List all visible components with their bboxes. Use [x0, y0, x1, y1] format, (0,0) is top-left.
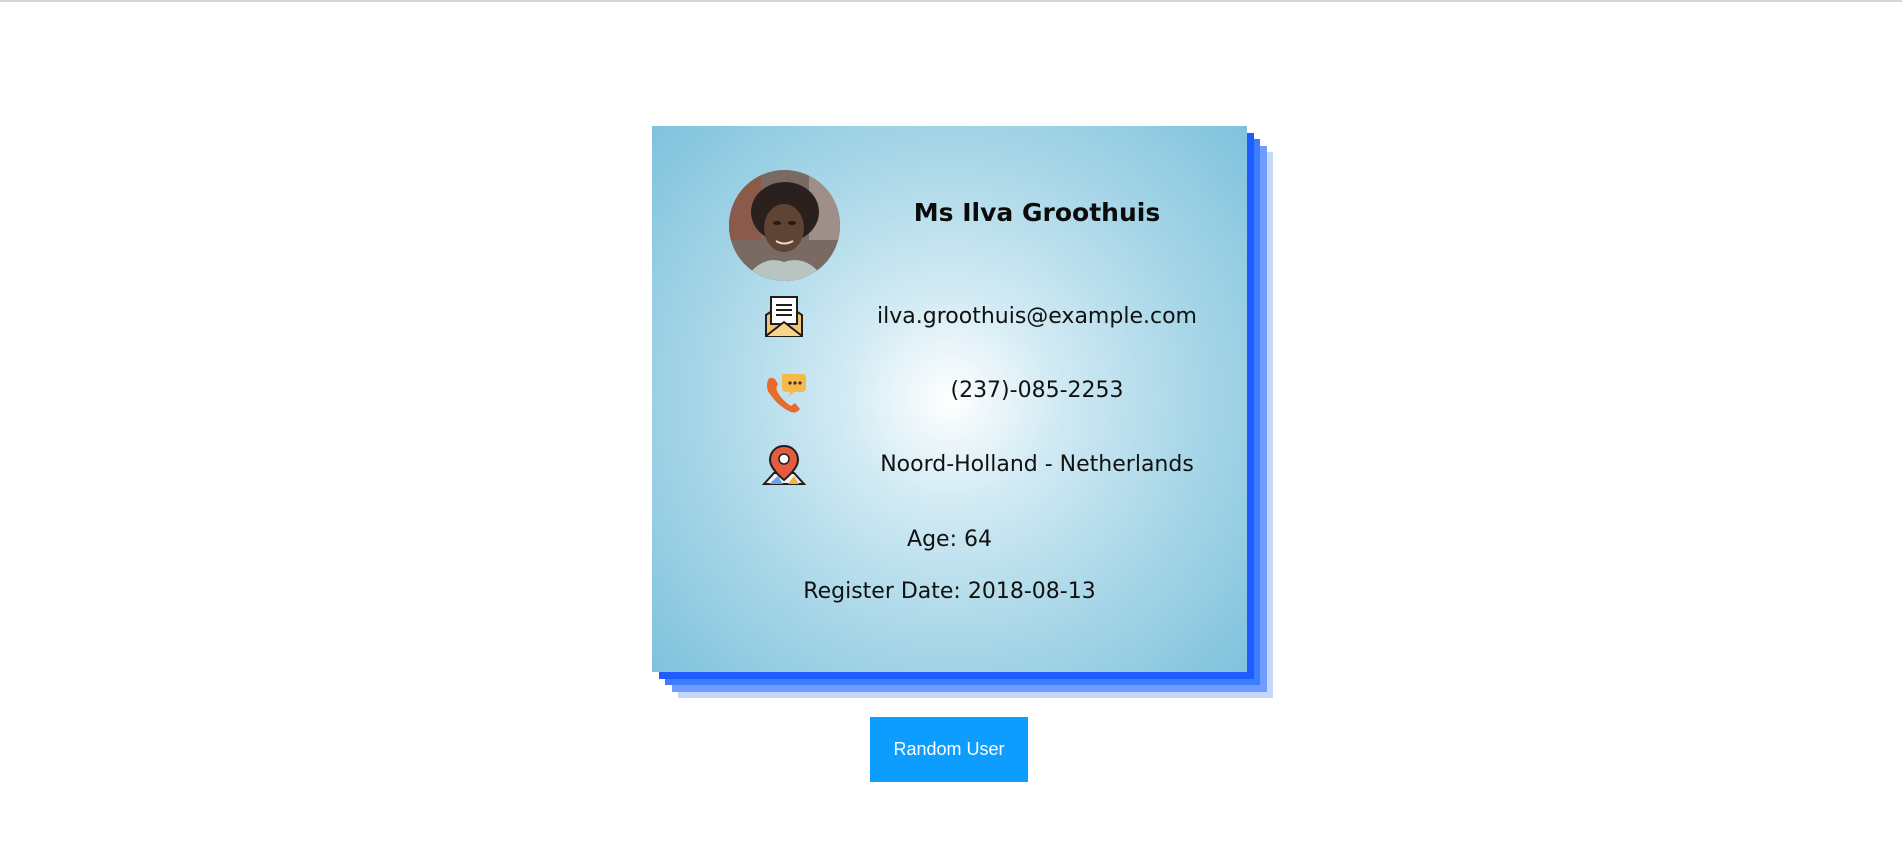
user-name: Ms Ilva Groothuis [913, 198, 1161, 227]
phone-text: (237)-085-2253 [950, 378, 1124, 403]
random-user-button[interactable]: Random User [870, 717, 1028, 782]
top-border [0, 0, 1902, 2]
map-pin-icon [761, 444, 807, 485]
age-text: Age: 64 [907, 527, 992, 552]
phone-chat-icon [767, 374, 806, 413]
email-text: ilva.groothuis@example.com [877, 304, 1197, 329]
register-date-text: Register Date: 2018-08-13 [803, 579, 1096, 604]
location-text: Noord-Holland - Netherlands [880, 452, 1194, 477]
avatar [729, 170, 840, 281]
mail-envelope-icon [765, 296, 803, 337]
user-card: Ms Ilva Groothuis ilva.groothuis@example… [652, 126, 1247, 672]
user-card-stack: Ms Ilva Groothuis ilva.groothuis@example… [652, 126, 1273, 698]
